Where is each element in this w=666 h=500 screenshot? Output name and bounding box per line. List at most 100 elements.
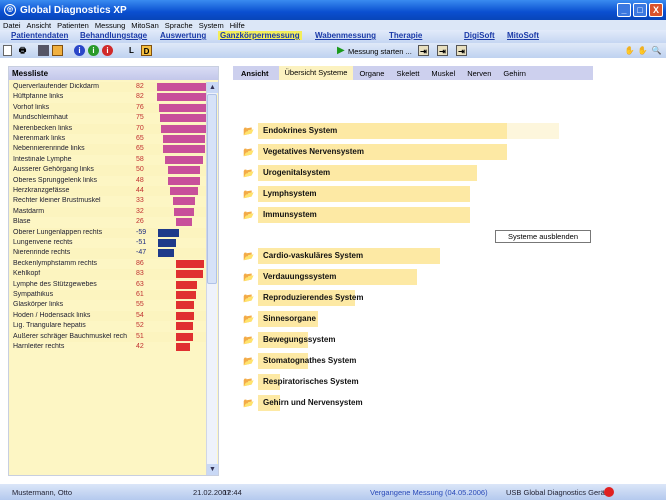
export-icon-1[interactable]: ⇥ (418, 45, 429, 56)
system-row[interactable]: 📂 Urogenitalsystem (243, 165, 603, 181)
view-tab-4[interactable]: Nerven (461, 67, 497, 80)
nav-tab-3[interactable]: Ganzkörpermessung (218, 31, 302, 40)
menu-2[interactable]: Patienten (57, 21, 89, 30)
system-row[interactable]: 📂 Stomatognathes System (243, 353, 603, 369)
messliste-row[interactable]: Oberes Sprunggelenk links 48 (11, 176, 208, 186)
messliste-row[interactable]: Äußerer schräger Bauchmuskel rech 51 (11, 331, 208, 342)
folder-open-icon[interactable]: 📂 (243, 127, 256, 136)
messliste-row[interactable]: Hüftpfanne links 82 (11, 92, 211, 102)
view-tab-5[interactable]: Gehirn (497, 67, 532, 80)
row-value: 61 (136, 291, 144, 298)
messliste-row[interactable]: Harnleiter rechts 42 (11, 342, 208, 352)
messliste-row[interactable]: Kehlkopf 83 (11, 269, 208, 280)
messliste-row[interactable]: Lungenvene rechts -51 (11, 238, 208, 248)
row-name: Nierenbecken links (13, 124, 73, 132)
system-row[interactable]: 📂 Vegetatives Nervensystem (243, 144, 603, 160)
info-red-icon[interactable]: i (102, 45, 113, 56)
menu-7[interactable]: Hilfe (230, 21, 245, 30)
folder-open-icon[interactable]: 📂 (243, 169, 256, 178)
d-button[interactable]: D (141, 45, 152, 56)
system-row[interactable]: 📂 Respiratorisches System (243, 374, 603, 390)
nav-tab-4[interactable]: Wabenmessung (313, 31, 378, 40)
folder-open-icon[interactable]: 📂 (243, 336, 256, 345)
folder-open-icon[interactable]: 📂 (243, 315, 256, 324)
system-row[interactable]: 📂 Lymphsystem (243, 186, 603, 202)
messliste-row[interactable]: Beckenlymphstamm rechts 86 (11, 259, 208, 269)
folder-open-icon[interactable]: 📂 (243, 399, 256, 408)
square-view-icon[interactable] (38, 45, 49, 56)
preview-icon[interactable]: 🔍 (651, 45, 662, 56)
system-row[interactable]: 📂 Endokrines System (243, 123, 603, 139)
close-button[interactable]: X (649, 3, 663, 17)
messliste-row[interactable]: Sympathikus 61 (11, 290, 208, 301)
system-row[interactable]: 📂 Verdauungssystem (243, 269, 603, 285)
messliste-row[interactable]: Nierenbecken links 70 (11, 123, 208, 134)
system-row[interactable]: 📂 Sinnesorgane (243, 311, 603, 327)
folder-open-icon[interactable]: 📂 (243, 252, 256, 261)
messliste-row[interactable]: Mastdarm 32 (11, 206, 208, 218)
messliste-row[interactable]: Äusserer Gehörgang links 50 (11, 165, 208, 176)
messliste-row[interactable]: Hoden / Hodensack links 54 (11, 310, 208, 322)
messliste-row[interactable]: Lymphe des Stützgewebes 63 (11, 280, 208, 290)
view-tab-1[interactable]: Organe (353, 67, 390, 80)
messliste-row[interactable]: Nierenmark links 65 (11, 134, 208, 144)
hide-systems-button[interactable]: Systeme ausblenden (495, 230, 591, 243)
nav-tab-0[interactable]: Patientendaten (9, 31, 70, 40)
messliste-row[interactable]: Intestinale Lymphe 58 (11, 155, 208, 165)
panel-view-icon[interactable] (52, 45, 63, 56)
menu-1[interactable]: Ansicht (27, 21, 52, 30)
green-hand-icon[interactable]: ✋ (624, 45, 635, 56)
view-tab-3[interactable]: Muskel (425, 67, 461, 80)
view-tab-2[interactable]: Skelett (390, 67, 425, 80)
system-row[interactable]: 📂 Gehirn und Nervensystem (243, 395, 603, 411)
maximize-button[interactable]: □ (633, 3, 647, 17)
system-row[interactable]: 📂 Reproduzierendes System (243, 290, 603, 306)
system-row[interactable]: 📂 Bewegungssystem (243, 332, 603, 348)
messliste-row[interactable]: Lig. Triangulare hepatis 52 (11, 321, 208, 331)
scroll-down-icon[interactable]: ▼ (207, 464, 218, 475)
red-hand-icon[interactable]: ✋ (637, 45, 648, 56)
l-button[interactable]: L (126, 45, 137, 56)
nav-tab-2[interactable]: Auswertung (158, 31, 208, 40)
nav-tab-6[interactable]: DigiSoft (462, 31, 497, 40)
scroll-up-icon[interactable]: ▲ (207, 82, 218, 93)
messliste-row[interactable]: Rechter kleiner Brustmuskel 33 (11, 196, 208, 206)
messliste-row[interactable]: Herzkranzgefässe 44 (11, 186, 208, 197)
folder-open-icon[interactable]: 📂 (243, 294, 256, 303)
menu-0[interactable]: Datei (3, 21, 21, 30)
menu-4[interactable]: MitoSan (131, 21, 159, 30)
print-icon[interactable]: 🖶 (17, 45, 28, 56)
nav-tab-1[interactable]: Behandlungstage (78, 31, 149, 40)
messliste-row[interactable]: Querverlaufender Dickdarm 82 (11, 82, 211, 93)
menu-6[interactable]: System (199, 21, 224, 30)
menu-3[interactable]: Messung (95, 21, 125, 30)
nav-tab-7[interactable]: MitoSoft (505, 31, 541, 40)
scrollbar[interactable]: ▲ ▼ (206, 82, 218, 475)
messliste-row[interactable]: Nebennierenrinde links 65 (11, 144, 208, 155)
info-blue-icon[interactable]: i (74, 45, 85, 56)
folder-open-icon[interactable]: 📂 (243, 378, 256, 387)
start-measurement-button[interactable]: Messung starten ... (348, 47, 412, 56)
system-row[interactable]: 📂 Cardio-vaskuläres System (243, 248, 603, 264)
folder-open-icon[interactable]: 📂 (243, 357, 256, 366)
messliste-row[interactable]: Glaskörper links 55 (11, 300, 208, 310)
minimize-button[interactable]: _ (617, 3, 631, 17)
messliste-row[interactable]: Blase 26 (11, 217, 208, 227)
export-icon-2[interactable]: ⇥ (437, 45, 448, 56)
export-icon-3[interactable]: ⇥ (456, 45, 467, 56)
new-document-icon[interactable] (3, 45, 12, 56)
messliste-row[interactable]: Nierenrinde rechts -47 (11, 248, 208, 259)
messliste-row[interactable]: Vorhof links 76 (11, 102, 209, 114)
scroll-thumb[interactable] (207, 94, 217, 284)
view-tab-0[interactable]: Übersicht Systeme (278, 66, 354, 80)
messliste-row[interactable]: Mundschleimhaut 75 (11, 113, 209, 123)
messliste-row[interactable]: Oberer Lungenlappen rechts -59 (11, 227, 208, 238)
folder-open-icon[interactable]: 📂 (243, 211, 256, 220)
system-row[interactable]: 📂 Immunsystem (243, 207, 603, 223)
folder-open-icon[interactable]: 📂 (243, 190, 256, 199)
folder-open-icon[interactable]: 📂 (243, 273, 256, 282)
folder-open-icon[interactable]: 📂 (243, 148, 256, 157)
info-green-icon[interactable]: i (88, 45, 99, 56)
menu-5[interactable]: Sprache (165, 21, 193, 30)
nav-tab-5[interactable]: Therapie (387, 31, 424, 40)
